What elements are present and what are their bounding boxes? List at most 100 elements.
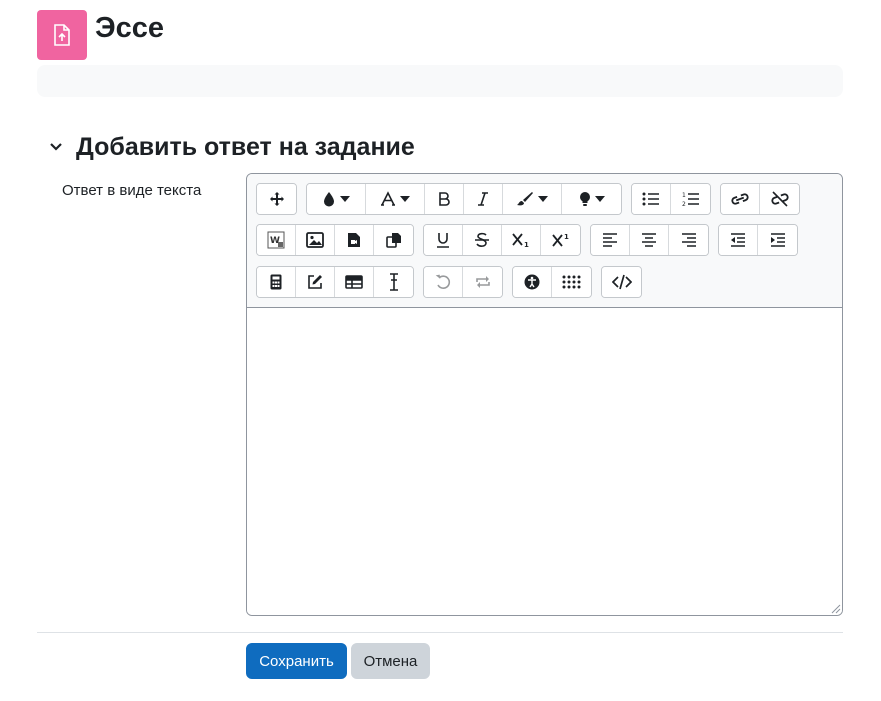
word-import-button[interactable]: W <box>257 225 296 255</box>
toolbar-group <box>720 183 800 215</box>
accessibility-button[interactable] <box>513 267 552 297</box>
unordered-list-button[interactable] <box>632 184 671 214</box>
toolbar-group <box>256 183 297 215</box>
edit-button[interactable] <box>296 267 335 297</box>
superscript-icon: 1 <box>551 233 569 247</box>
resize-grip-icon[interactable] <box>829 602 841 614</box>
link-icon <box>731 193 749 205</box>
undo-button[interactable] <box>424 267 463 297</box>
section-header[interactable]: Добавить ответ на задание <box>46 130 415 164</box>
special-characters-icon <box>562 275 580 289</box>
indent-icon <box>770 233 785 247</box>
italic-icon <box>478 192 488 206</box>
form-divider <box>37 632 843 633</box>
lightbulb-icon <box>579 192 590 206</box>
caret-down-icon <box>400 196 410 202</box>
outdent-icon <box>731 233 745 247</box>
section-title: Добавить ответ на задание <box>76 133 415 161</box>
toolbar-group <box>718 224 798 256</box>
font-family-button[interactable] <box>366 184 425 214</box>
html-code-icon <box>611 274 632 290</box>
toolbar-group <box>512 266 592 298</box>
toolbar-row-3 <box>256 266 651 298</box>
chevron-down-icon[interactable] <box>46 137 66 157</box>
link-button[interactable] <box>721 184 760 214</box>
assignment-upload-icon <box>37 10 87 60</box>
unlink-icon <box>770 191 789 207</box>
copy-file-button[interactable] <box>374 225 413 255</box>
activity-info-bar <box>37 65 843 97</box>
align-left-icon <box>603 233 617 247</box>
toolbar-group: W <box>256 224 414 256</box>
caret-down-icon <box>340 196 350 202</box>
svg-text:2: 2 <box>682 201 686 207</box>
special-characters-button[interactable] <box>552 267 591 297</box>
subscript-button[interactable]: 1 <box>502 225 541 255</box>
indent-button[interactable] <box>758 225 797 255</box>
clear-formatting-icon <box>389 273 398 291</box>
toolbar-row-2: W 1 1 <box>256 224 807 256</box>
calculator-button[interactable] <box>257 267 296 297</box>
media-file-button[interactable] <box>335 225 374 255</box>
edit-icon <box>308 275 322 289</box>
redo-button[interactable] <box>463 267 502 297</box>
redo-icon <box>475 276 490 288</box>
align-center-icon <box>642 233 656 247</box>
editor-content-area[interactable] <box>247 309 842 615</box>
calculator-icon <box>270 274 282 290</box>
image-button[interactable] <box>296 225 335 255</box>
svg-text:1: 1 <box>524 241 529 248</box>
align-center-button[interactable] <box>630 225 669 255</box>
cancel-button[interactable]: Отмена <box>351 643 430 679</box>
toolbar-group <box>601 266 642 298</box>
font-color-button[interactable] <box>307 184 366 214</box>
align-right-button[interactable] <box>669 225 708 255</box>
editor-toolbar: 12 W 1 1 <box>247 174 842 308</box>
toolbar-group: 12 <box>631 183 711 215</box>
strikethrough-button[interactable] <box>463 225 502 255</box>
clear-formatting-button[interactable] <box>374 267 413 297</box>
align-left-button[interactable] <box>591 225 630 255</box>
html-code-button[interactable] <box>602 267 641 297</box>
outdent-button[interactable] <box>719 225 758 255</box>
style-brush-icon <box>517 192 533 206</box>
bold-icon <box>439 192 450 206</box>
toolbar-group <box>306 183 622 215</box>
strikethrough-icon <box>475 232 489 247</box>
ordered-list-button[interactable]: 12 <box>671 184 710 214</box>
rich-text-editor[interactable]: 12 W 1 1 <box>246 173 843 616</box>
subscript-icon: 1 <box>512 233 529 248</box>
unordered-list-icon <box>642 192 659 206</box>
italic-button[interactable] <box>464 184 503 214</box>
unlink-button[interactable] <box>760 184 799 214</box>
toolbar-group: 1 1 <box>423 224 581 256</box>
style-brush-button[interactable] <box>503 184 562 214</box>
font-family-icon <box>381 191 395 206</box>
superscript-button[interactable]: 1 <box>541 225 580 255</box>
accessibility-icon <box>524 274 540 290</box>
move-icon <box>269 192 284 206</box>
toolbar-group <box>590 224 709 256</box>
toolbar-row-1: 12 <box>256 183 809 215</box>
ordered-list-icon: 12 <box>682 192 699 207</box>
underline-button[interactable] <box>424 225 463 255</box>
save-button[interactable]: Сохранить <box>246 643 347 679</box>
align-right-icon <box>681 233 696 247</box>
online-text-label: Ответ в виде текста <box>62 182 202 199</box>
font-color-icon <box>324 192 334 207</box>
undo-icon <box>435 274 451 289</box>
image-icon <box>306 232 324 248</box>
table-icon <box>345 275 363 289</box>
move-button[interactable] <box>257 184 296 214</box>
caret-down-icon <box>594 196 605 202</box>
svg-text:1: 1 <box>564 233 569 241</box>
toolbar-group <box>256 266 414 298</box>
table-button[interactable] <box>335 267 374 297</box>
media-file-icon <box>348 233 360 247</box>
toolbar-group <box>423 266 503 298</box>
bold-button[interactable] <box>425 184 464 214</box>
underline-icon <box>437 233 449 248</box>
lightbulb-button[interactable] <box>562 184 621 214</box>
svg-text:1: 1 <box>682 192 686 199</box>
word-import-icon: W <box>267 231 285 249</box>
